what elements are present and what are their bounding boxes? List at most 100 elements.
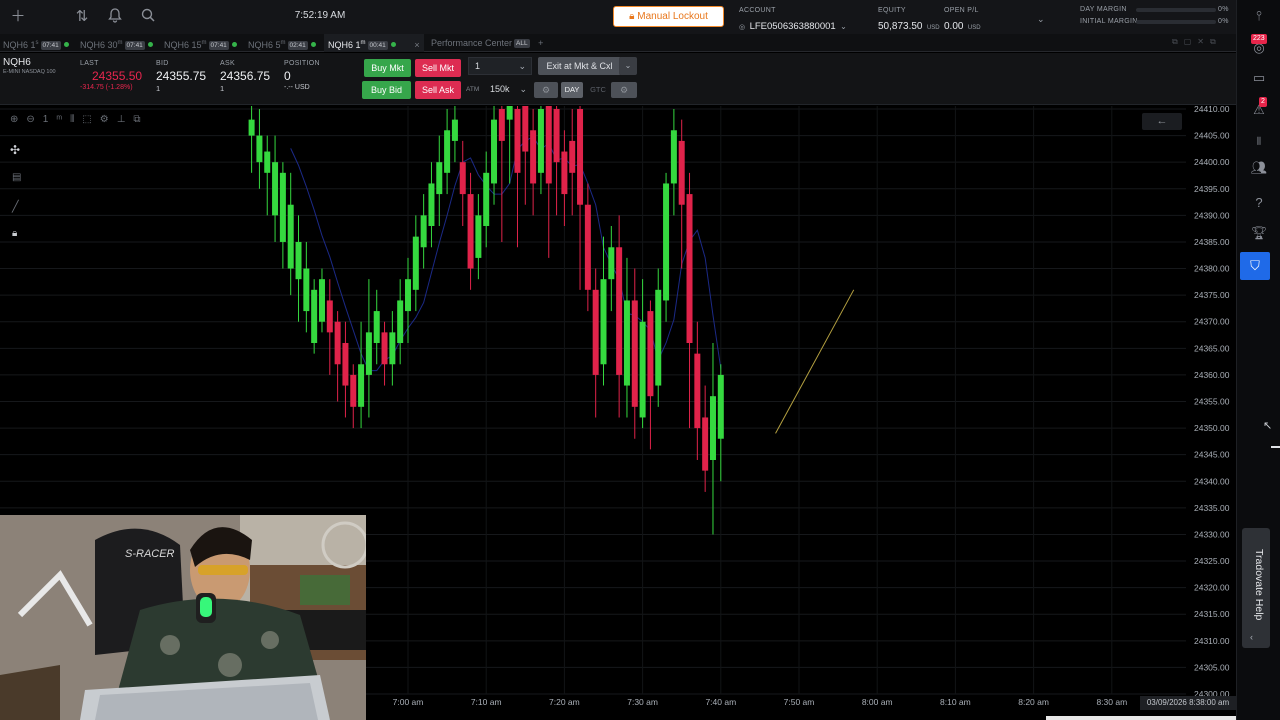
lock-icon[interactable]: 🔒︎: [12, 228, 17, 239]
add-icon[interactable]: ＋: [8, 8, 28, 26]
account-selector[interactable]: ◎ LFE0506363880001 ⌄: [739, 16, 851, 32]
chevron-down-icon: ⌄: [519, 84, 527, 94]
timeframe-icon[interactable]: 1ᵐ: [43, 114, 70, 125]
candle-body: [709, 396, 716, 460]
candle-body: [514, 109, 521, 173]
trendline: [775, 289, 855, 434]
x-axis-label: 7:50 am: [784, 697, 815, 707]
search-icon[interactable]: [138, 8, 158, 26]
instrument-symbol[interactable]: NQH6: [3, 57, 31, 68]
y-axis-label: 24355.00: [1194, 397, 1230, 407]
users-icon[interactable]: 👥︎: [1247, 157, 1271, 179]
account-value: LFE0506363880001: [749, 21, 836, 32]
tradovate-help-label: Tradovate Help: [1253, 549, 1265, 621]
candle-body: [663, 183, 670, 301]
atm-select[interactable]: 150k ⌄: [484, 81, 532, 99]
equity-unit: USD: [926, 25, 940, 31]
bid-size: 1: [156, 84, 161, 93]
candle-body: [373, 311, 380, 343]
y-axis-label: 24345.00: [1194, 450, 1230, 460]
candle-body: [600, 279, 607, 365]
chevron-left-icon[interactable]: ‹: [1250, 632, 1253, 642]
bid-label: BID: [156, 60, 169, 67]
candle-body: [342, 343, 349, 386]
candle-body: [397, 300, 404, 343]
x-axis-labels: 7:00 am 7:10 am 7:20 am 7:30 am 7:40 am 7:50 …: [393, 697, 1128, 707]
help-icon[interactable]: ?: [1247, 192, 1271, 214]
crosshair-icon[interactable]: ✣: [10, 143, 20, 157]
tab-nqh6-5m[interactable]: NQH6 5m 02:41: [248, 34, 316, 52]
order-settings-icon[interactable]: ⚙: [611, 82, 637, 98]
note-icon[interactable]: ▤: [12, 172, 21, 183]
y-axis-label: 24390.00: [1194, 210, 1230, 220]
candle-body: [264, 151, 271, 173]
x-axis-label: 8:20 am: [1018, 697, 1049, 707]
bell-icon[interactable]: [105, 8, 125, 26]
tif-gtc-button[interactable]: GTC: [586, 82, 610, 98]
tif-day-button[interactable]: DAY: [561, 82, 583, 98]
y-axis-label: 24360.00: [1194, 370, 1230, 380]
ask-size: 1: [220, 84, 225, 93]
tab-performance-center[interactable]: Performance Center ALL +: [431, 34, 543, 52]
zoom-out-icon[interactable]: ⊖: [26, 114, 42, 125]
settings-sliders-icon[interactable]: ⫯: [1247, 5, 1271, 27]
exit-at-mkt-button[interactable]: Exit at Mkt & Cxl: [538, 57, 621, 75]
y-axis-labels: 24410.00 24405.00 24400.00 24395.00 24390.00…: [1194, 106, 1230, 699]
zoom-in-icon[interactable]: ⊕: [10, 114, 26, 125]
candle-body: [334, 321, 341, 365]
chat-icon[interactable]: ▭: [1247, 67, 1271, 89]
initial-margin-bar: [1136, 20, 1216, 24]
candle-body: [381, 332, 388, 365]
bid-price: 24355.75: [156, 69, 207, 83]
tab-nqh6-15m[interactable]: NQH6 15m 07:41: [164, 34, 237, 52]
close-icon[interactable]: ×: [414, 40, 419, 50]
add-tab-icon[interactable]: +: [538, 38, 543, 48]
candle-body: [279, 172, 286, 242]
bars-icon[interactable]: ⫼: [1247, 130, 1271, 152]
candle-body: [655, 289, 662, 386]
sell-mkt-button[interactable]: Sell Mkt: [415, 59, 461, 77]
trophy-icon[interactable]: 🏆︎: [1247, 222, 1271, 244]
settings-icon[interactable]: ⚙: [100, 114, 117, 125]
chevron-down-icon[interactable]: ⌄: [619, 57, 637, 75]
lock-icon: 🔒︎: [629, 11, 635, 22]
manual-lockout-label: Manual Lockout: [637, 11, 708, 22]
candle-body: [389, 332, 396, 365]
candle-body: [405, 279, 411, 312]
sell-ask-button[interactable]: Sell Ask: [415, 81, 461, 99]
layout-icon[interactable]: ⫴: [70, 114, 82, 125]
x-axis-label: 7:20 am: [549, 697, 580, 707]
y-axis-label: 24405.00: [1194, 131, 1230, 141]
tab-nqh6-1s[interactable]: NQH6 1s 07:41: [3, 34, 69, 52]
select-icon[interactable]: ⬚: [82, 114, 99, 125]
back-arrow-icon[interactable]: ←: [1142, 113, 1182, 130]
candle-body: [717, 374, 724, 439]
candle-body: [608, 247, 615, 280]
shield-icon[interactable]: ⛉: [1240, 252, 1270, 280]
candle-body: [475, 215, 482, 258]
bracket-settings-icon[interactable]: ⚙: [534, 82, 558, 98]
tab-nqh6-1m[interactable]: NQH6 1m 00:41 ×: [324, 34, 424, 52]
candle-body: [436, 162, 443, 195]
candle-body: [694, 353, 701, 429]
chart-toolbar: ⊕⊖1ᵐ⫴⬚⚙⊥⧉: [10, 114, 170, 128]
manual-lockout-button[interactable]: 🔒︎ Manual Lockout: [613, 6, 724, 27]
candle-body: [318, 279, 325, 322]
chevron-down-icon[interactable]: ⌄: [1037, 14, 1045, 25]
buy-bid-button[interactable]: Buy Bid: [362, 81, 411, 99]
progress-strip: [1046, 716, 1236, 720]
last-label: LAST: [80, 60, 99, 67]
transfer-icon[interactable]: ⇅: [72, 8, 92, 26]
buy-mkt-button[interactable]: Buy Mkt: [364, 59, 411, 77]
x-axis-label: 8:10 am: [940, 697, 971, 707]
candle-body: [537, 109, 544, 173]
pencil-icon[interactable]: ╱: [12, 200, 19, 213]
window-controls[interactable]: ⧉▢✕⧉: [1172, 37, 1222, 47]
instrument-description: E-MINI NASDAQ 100: [3, 69, 56, 75]
template-icon[interactable]: ⧉: [133, 114, 148, 125]
quantity-select[interactable]: 1 ⌄: [468, 57, 532, 75]
indicators-icon[interactable]: ⊥: [117, 114, 134, 125]
tab-nqh6-30m[interactable]: NQH6 30m 07:41: [80, 34, 153, 52]
candle-body: [506, 106, 513, 120]
cursor-time-label: 03/09/2026 8:38:00 am: [1140, 696, 1236, 710]
